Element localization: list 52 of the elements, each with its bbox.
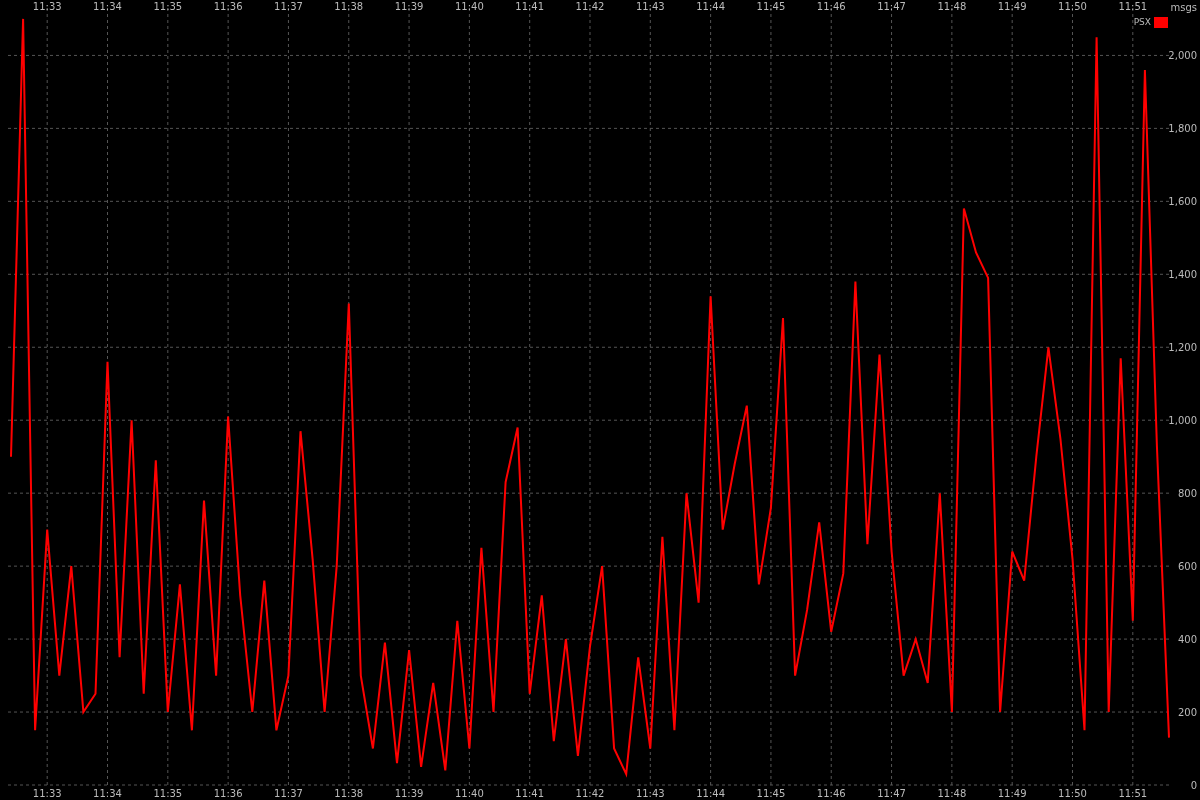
axis-label: 11:44	[696, 788, 726, 799]
axis-label: 11:47	[877, 1, 906, 12]
axis-label: 11:48	[937, 788, 967, 799]
axis-label: 11:51	[1118, 788, 1148, 799]
axis-label: 1,600	[1168, 196, 1197, 208]
axis-label: 11:46	[816, 1, 846, 12]
axis-label: 600	[1177, 561, 1197, 573]
axis-label: 11:50	[1058, 1, 1087, 12]
axis-label: 11:36	[213, 788, 243, 799]
axis-label: 800	[1177, 488, 1197, 500]
axis-label: 11:51	[1118, 1, 1148, 12]
axis-label: 11:39	[394, 1, 424, 12]
axis-label: 11:42	[575, 788, 605, 799]
axis-label: 11:35	[153, 1, 183, 12]
axis-label: 11:42	[575, 1, 605, 12]
axis-label: 400	[1177, 634, 1197, 646]
axis-label: 11:40	[454, 1, 484, 12]
axis-label: 11:41	[515, 1, 545, 12]
axis-label: 2,000	[1168, 50, 1197, 62]
axis-label: 1,400	[1168, 269, 1197, 281]
axis-label: 11:48	[937, 1, 967, 12]
axis-title: msgs	[1170, 2, 1197, 13]
axis-label: 11:37	[274, 1, 303, 12]
axis-label: 11:41	[515, 788, 545, 799]
axis-label: 11:38	[334, 788, 364, 799]
axis-label: 200	[1177, 707, 1197, 719]
axis-label: 11:37	[274, 788, 303, 799]
axis-label: 11:46	[816, 788, 846, 799]
axis-label: 11:38	[334, 1, 364, 12]
axis-label: 1,000	[1168, 415, 1197, 427]
axis-label: 11:44	[696, 1, 726, 12]
axis-label: 11:33	[32, 788, 62, 799]
axis-label: 11:50	[1058, 788, 1087, 799]
axis-label: 11:34	[93, 1, 122, 12]
axis-label: 11:39	[394, 788, 424, 799]
axis-label: 11:40	[454, 788, 484, 799]
axis-label: 11:45	[756, 1, 786, 12]
axis-label: 11:49	[997, 788, 1027, 799]
axis-label: 11:34	[93, 788, 122, 799]
axis-label: 11:33	[32, 1, 62, 12]
axis-label: 1,800	[1168, 123, 1197, 135]
axis-label: 0	[1190, 780, 1197, 791]
legend-label: PSX	[1133, 17, 1151, 27]
axis-label: 11:49	[997, 1, 1027, 12]
axis-label: 1,200	[1168, 342, 1197, 354]
axis-label: 11:36	[213, 1, 243, 12]
axis-label: 11:45	[756, 788, 786, 799]
axis-label: 11:47	[877, 788, 906, 799]
axis-label: 11:43	[635, 788, 665, 799]
axis-label: 11:35	[153, 788, 183, 799]
axis-label: 11:43	[635, 1, 665, 12]
legend-swatch	[1154, 17, 1168, 28]
